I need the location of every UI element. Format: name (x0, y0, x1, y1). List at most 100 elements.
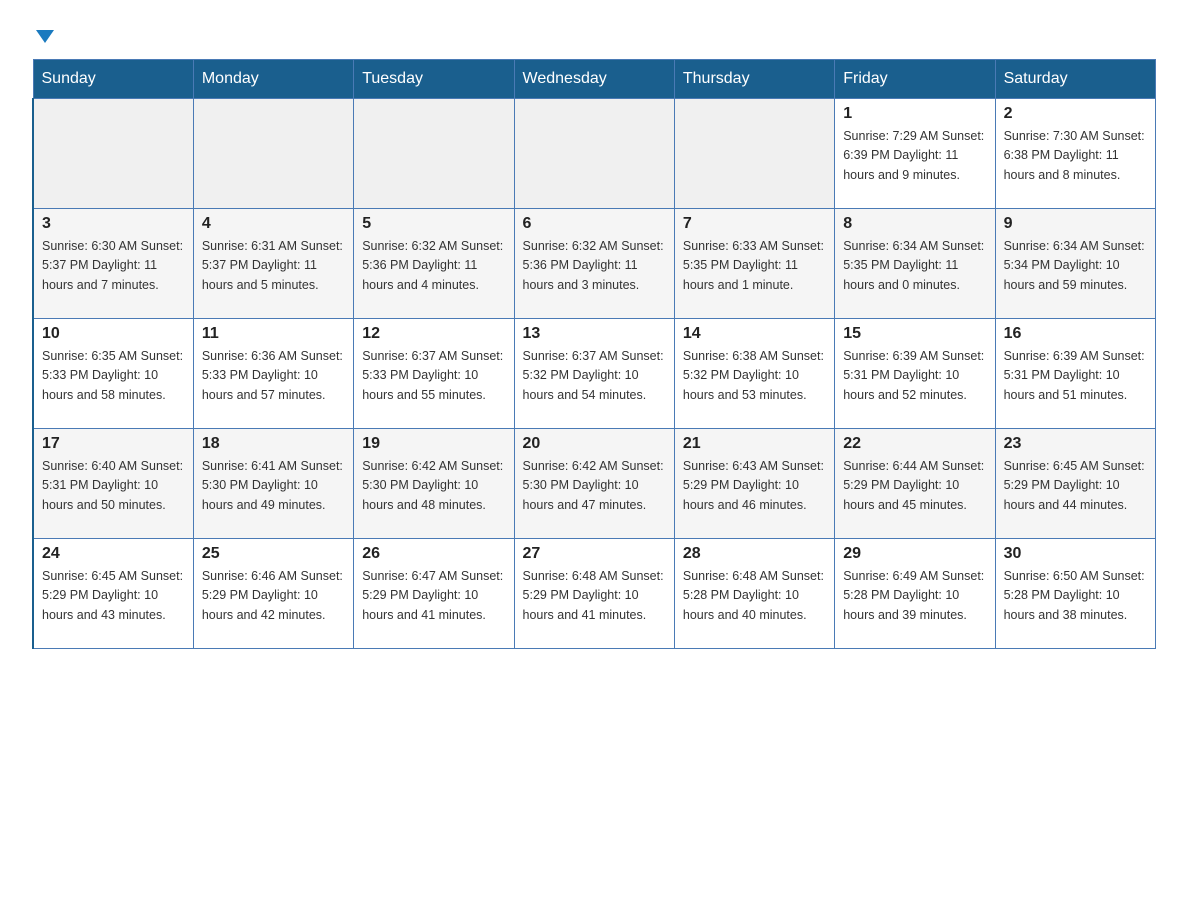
day-info: Sunrise: 6:47 AM Sunset: 5:29 PM Dayligh… (362, 567, 505, 625)
day-number: 18 (202, 435, 345, 453)
day-of-week-header: Saturday (995, 60, 1155, 99)
calendar-week-row: 10 Sunrise: 6:35 AM Sunset: 5:33 PM Dayli… (33, 319, 1156, 429)
logo (32, 24, 54, 43)
calendar-cell: 28Sunrise: 6:48 AM Sunset: 5:28 PM Dayli… (674, 539, 834, 649)
calendar-cell (33, 99, 193, 209)
calendar-cell: 5 Sunrise: 6:32 AM Sunset: 5:36 PM Daylig… (354, 209, 514, 319)
day-info: Sunrise: 6:37 AM Sunset: 5:33 PM Dayligh… (362, 347, 505, 405)
day-info: Sunrise: 6:44 AM Sunset: 5:29 PM Dayligh… (843, 457, 986, 515)
day-info: Sunrise: 6:33 AM Sunset: 5:35 PM Dayligh… (683, 237, 826, 295)
calendar-cell (674, 99, 834, 209)
day-number: 19 (362, 435, 505, 453)
day-number: 28 (683, 545, 826, 563)
day-number: 11 (202, 325, 345, 343)
calendar-cell: 19 Sunrise: 6:42 AM Sunset: 5:30 PM Dayli… (354, 429, 514, 539)
calendar-cell: 29 Sunrise: 6:49 AM Sunset: 5:28 PM Dayli… (835, 539, 995, 649)
day-number: 30 (1004, 545, 1147, 563)
day-number: 17 (42, 435, 185, 453)
calendar-cell: 2 Sunrise: 7:30 AM Sunset: 6:38 PM Daylig… (995, 99, 1155, 209)
day-info: Sunrise: 7:30 AM Sunset: 6:38 PM Dayligh… (1004, 127, 1147, 185)
calendar-cell: 27 Sunrise: 6:48 AM Sunset: 5:29 PM Dayli… (514, 539, 674, 649)
calendar-body: 1 Sunrise: 7:29 AM Sunset: 6:39 PM Daylig… (33, 99, 1156, 649)
calendar-cell: 18 Sunrise: 6:41 AM Sunset: 5:30 PM Dayli… (193, 429, 353, 539)
day-number: 21 (683, 435, 826, 453)
calendar-cell (354, 99, 514, 209)
day-of-week-header: Thursday (674, 60, 834, 99)
day-info: Sunrise: 6:42 AM Sunset: 5:30 PM Dayligh… (362, 457, 505, 515)
day-info: Sunrise: 6:35 AM Sunset: 5:33 PM Dayligh… (42, 347, 185, 405)
calendar-cell: 23Sunrise: 6:45 AM Sunset: 5:29 PM Dayli… (995, 429, 1155, 539)
day-number: 6 (523, 215, 666, 233)
day-number: 5 (362, 215, 505, 233)
calendar-cell: 24 Sunrise: 6:45 AM Sunset: 5:29 PM Dayli… (33, 539, 193, 649)
calendar-cell: 12 Sunrise: 6:37 AM Sunset: 5:33 PM Dayli… (354, 319, 514, 429)
day-info: Sunrise: 6:39 AM Sunset: 5:31 PM Dayligh… (1004, 347, 1147, 405)
calendar-cell: 26 Sunrise: 6:47 AM Sunset: 5:29 PM Dayli… (354, 539, 514, 649)
day-info: Sunrise: 6:40 AM Sunset: 5:31 PM Dayligh… (42, 457, 185, 515)
calendar-header: SundayMondayTuesdayWednesdayThursdayFrid… (33, 60, 1156, 99)
calendar-cell: 17 Sunrise: 6:40 AM Sunset: 5:31 PM Dayli… (33, 429, 193, 539)
days-of-week-row: SundayMondayTuesdayWednesdayThursdayFrid… (33, 60, 1156, 99)
day-number: 23 (1004, 435, 1147, 453)
day-info: Sunrise: 6:36 AM Sunset: 5:33 PM Dayligh… (202, 347, 345, 405)
day-number: 8 (843, 215, 986, 233)
calendar-cell: 10 Sunrise: 6:35 AM Sunset: 5:33 PM Dayli… (33, 319, 193, 429)
calendar-cell: 9 Sunrise: 6:34 AM Sunset: 5:34 PM Daylig… (995, 209, 1155, 319)
calendar-cell: 21 Sunrise: 6:43 AM Sunset: 5:29 PM Dayli… (674, 429, 834, 539)
day-number: 10 (42, 325, 185, 343)
logo-triangle-icon (36, 30, 54, 43)
day-number: 7 (683, 215, 826, 233)
calendar-cell (193, 99, 353, 209)
calendar-cell: 16 Sunrise: 6:39 AM Sunset: 5:31 PM Dayli… (995, 319, 1155, 429)
day-number: 15 (843, 325, 986, 343)
day-info: Sunrise: 6:34 AM Sunset: 5:34 PM Dayligh… (1004, 237, 1147, 295)
day-info: Sunrise: 6:30 AM Sunset: 5:37 PM Dayligh… (42, 237, 185, 295)
day-of-week-header: Friday (835, 60, 995, 99)
calendar-cell: 8 Sunrise: 6:34 AM Sunset: 5:35 PM Daylig… (835, 209, 995, 319)
day-number: 13 (523, 325, 666, 343)
calendar-cell: 7 Sunrise: 6:33 AM Sunset: 5:35 PM Daylig… (674, 209, 834, 319)
calendar-cell: 15 Sunrise: 6:39 AM Sunset: 5:31 PM Dayli… (835, 319, 995, 429)
day-number: 9 (1004, 215, 1147, 233)
day-info: Sunrise: 6:49 AM Sunset: 5:28 PM Dayligh… (843, 567, 986, 625)
day-info: Sunrise: 6:42 AM Sunset: 5:30 PM Dayligh… (523, 457, 666, 515)
calendar-week-row: 3 Sunrise: 6:30 AM Sunset: 5:37 PM Daylig… (33, 209, 1156, 319)
calendar-cell: 11 Sunrise: 6:36 AM Sunset: 5:33 PM Dayli… (193, 319, 353, 429)
day-info: Sunrise: 6:46 AM Sunset: 5:29 PM Dayligh… (202, 567, 345, 625)
day-number: 3 (42, 215, 185, 233)
calendar-cell: 30Sunrise: 6:50 AM Sunset: 5:28 PM Dayli… (995, 539, 1155, 649)
day-number: 27 (523, 545, 666, 563)
calendar-cell: 22 Sunrise: 6:44 AM Sunset: 5:29 PM Dayli… (835, 429, 995, 539)
calendar-week-row: 24 Sunrise: 6:45 AM Sunset: 5:29 PM Dayli… (33, 539, 1156, 649)
day-info: Sunrise: 6:31 AM Sunset: 5:37 PM Dayligh… (202, 237, 345, 295)
day-info: Sunrise: 6:41 AM Sunset: 5:30 PM Dayligh… (202, 457, 345, 515)
day-of-week-header: Tuesday (354, 60, 514, 99)
day-of-week-header: Wednesday (514, 60, 674, 99)
calendar-cell: 4 Sunrise: 6:31 AM Sunset: 5:37 PM Daylig… (193, 209, 353, 319)
day-number: 12 (362, 325, 505, 343)
day-number: 4 (202, 215, 345, 233)
calendar-table: SundayMondayTuesdayWednesdayThursdayFrid… (32, 59, 1156, 649)
calendar-cell: 14 Sunrise: 6:38 AM Sunset: 5:32 PM Dayli… (674, 319, 834, 429)
day-number: 25 (202, 545, 345, 563)
day-info: Sunrise: 6:32 AM Sunset: 5:36 PM Dayligh… (362, 237, 505, 295)
day-number: 20 (523, 435, 666, 453)
calendar-week-row: 1 Sunrise: 7:29 AM Sunset: 6:39 PM Daylig… (33, 99, 1156, 209)
day-number: 16 (1004, 325, 1147, 343)
day-number: 14 (683, 325, 826, 343)
day-info: Sunrise: 6:48 AM Sunset: 5:29 PM Dayligh… (523, 567, 666, 625)
day-number: 26 (362, 545, 505, 563)
day-info: Sunrise: 6:34 AM Sunset: 5:35 PM Dayligh… (843, 237, 986, 295)
day-number: 2 (1004, 105, 1147, 123)
calendar-cell: 1 Sunrise: 7:29 AM Sunset: 6:39 PM Daylig… (835, 99, 995, 209)
day-info: Sunrise: 6:39 AM Sunset: 5:31 PM Dayligh… (843, 347, 986, 405)
day-number: 24 (42, 545, 185, 563)
day-info: Sunrise: 7:29 AM Sunset: 6:39 PM Dayligh… (843, 127, 986, 185)
day-number: 22 (843, 435, 986, 453)
day-info: Sunrise: 6:38 AM Sunset: 5:32 PM Dayligh… (683, 347, 826, 405)
day-number: 1 (843, 105, 986, 123)
day-info: Sunrise: 6:32 AM Sunset: 5:36 PM Dayligh… (523, 237, 666, 295)
day-info: Sunrise: 6:43 AM Sunset: 5:29 PM Dayligh… (683, 457, 826, 515)
day-info: Sunrise: 6:45 AM Sunset: 5:29 PM Dayligh… (42, 567, 185, 625)
day-number: 29 (843, 545, 986, 563)
